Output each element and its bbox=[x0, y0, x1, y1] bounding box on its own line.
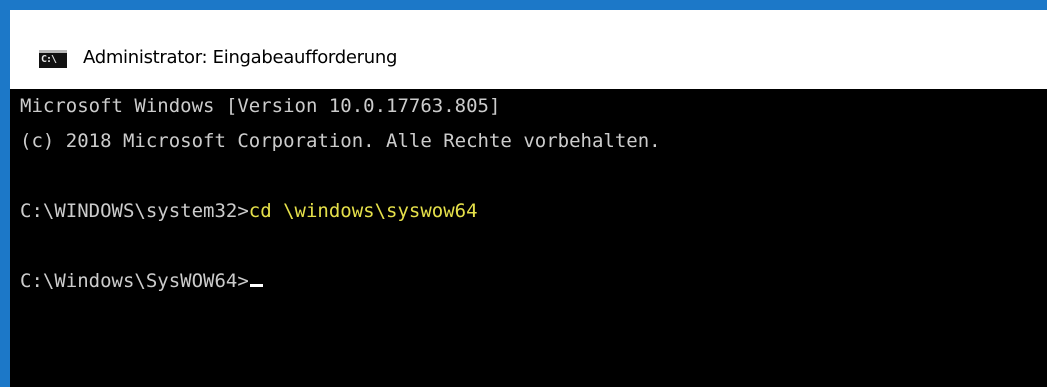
window-title: Administrator: Eingabeaufforderung bbox=[83, 47, 398, 68]
command-prompt-icon[interactable]: C:\ bbox=[39, 50, 67, 68]
current-prompt-path: C:\Windows\SysWOW64> bbox=[20, 270, 249, 292]
command-prompt-window[interactable]: C:\ Administrator: Eingabeaufforderung M… bbox=[10, 10, 1047, 387]
prompt-path: C:\WINDOWS\system32> bbox=[20, 200, 249, 222]
console-line-version: Microsoft Windows [Version 10.0.17763.80… bbox=[20, 95, 501, 117]
text-cursor bbox=[249, 284, 263, 287]
console-line-command: C:\WINDOWS\system32>cd \windows\syswow64 bbox=[20, 194, 478, 229]
title-bar[interactable]: C:\ Administrator: Eingabeaufforderung bbox=[10, 10, 1047, 89]
console-line-current-prompt[interactable]: C:\Windows\SysWOW64> bbox=[20, 264, 263, 299]
console-line-copyright: (c) 2018 Microsoft Corporation. Alle Rec… bbox=[20, 130, 661, 152]
desktop-background: C:\ Administrator: Eingabeaufforderung M… bbox=[0, 0, 1047, 387]
command-text: cd \windows\syswow64 bbox=[248, 200, 478, 222]
console-output[interactable]: Microsoft Windows [Version 10.0.17763.80… bbox=[20, 89, 1047, 387]
